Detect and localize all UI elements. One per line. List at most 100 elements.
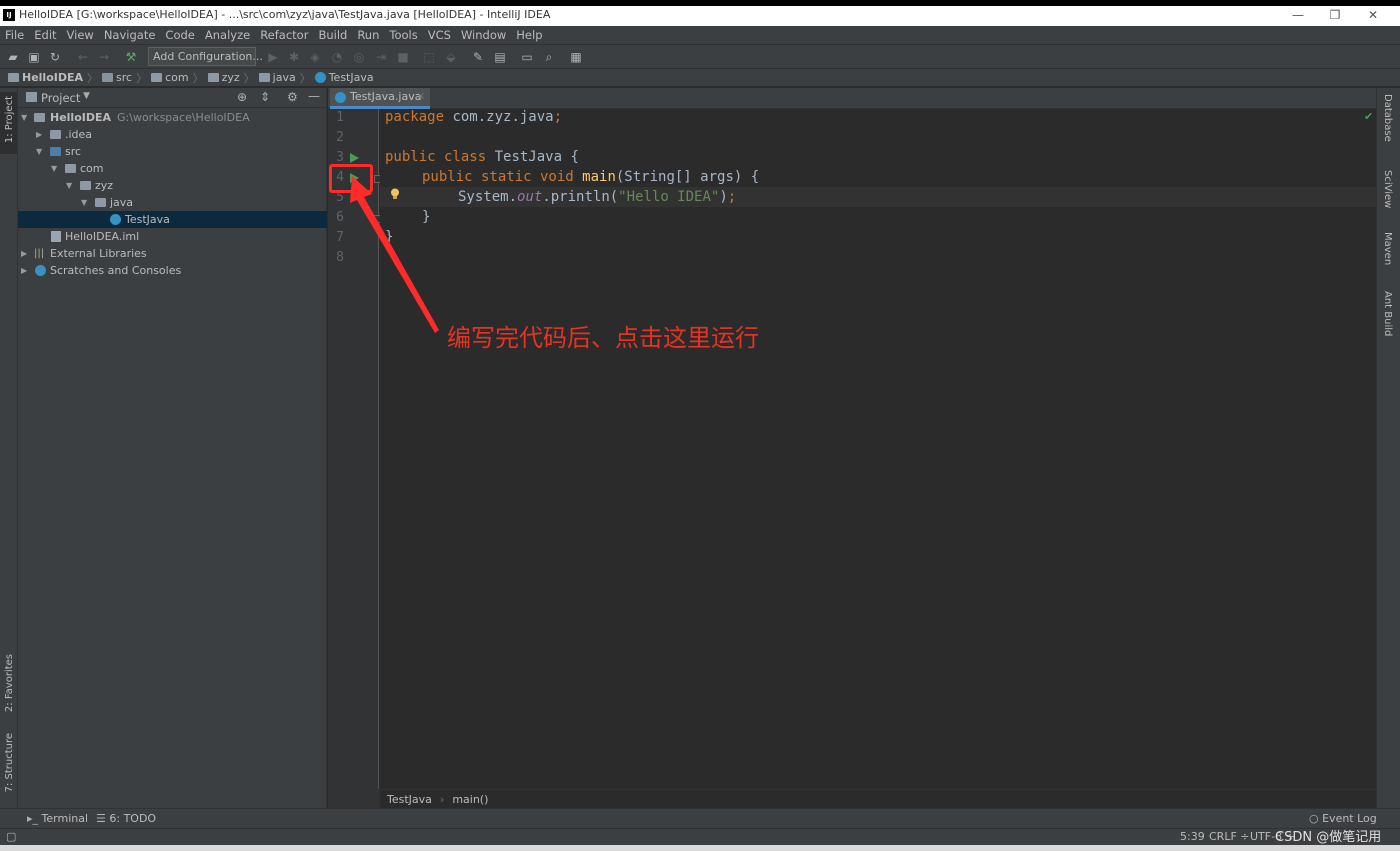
menu-run[interactable]: Run bbox=[357, 28, 379, 42]
line-number: 3 bbox=[336, 150, 344, 165]
tree-item-testjava[interactable]: TestJava bbox=[18, 211, 327, 228]
structure-tool-button[interactable]: 7: Structure bbox=[4, 733, 15, 792]
breadcrumb-com[interactable]: com 〉 bbox=[151, 70, 204, 86]
debug-icon[interactable]: ✱ bbox=[287, 50, 301, 64]
module-folder-icon bbox=[34, 113, 45, 122]
run-icon[interactable]: ▶ bbox=[266, 50, 280, 64]
window-titlebar: IJ HelloIDEA [G:\workspace\HelloIDEA] - … bbox=[0, 0, 1400, 26]
tree-item-external-libraries[interactable]: ▶ ||| External Libraries bbox=[18, 245, 327, 262]
line-separator-selector[interactable]: CRLF ÷ bbox=[1209, 830, 1250, 843]
expanded-arrow-icon[interactable]: ▼ bbox=[21, 109, 27, 126]
tree-item-com[interactable]: ▼ com bbox=[18, 160, 327, 177]
open-folder-icon[interactable]: ▰ bbox=[6, 50, 20, 64]
close-tab-icon[interactable]: × bbox=[417, 88, 425, 106]
collapsed-arrow-icon[interactable]: ▶ bbox=[21, 245, 27, 262]
event-log-button[interactable]: ○ Event Log bbox=[1309, 812, 1377, 825]
toggle-tool-windows-icon[interactable]: ▢ bbox=[6, 830, 16, 843]
java-class-icon bbox=[335, 92, 346, 103]
package-folder-icon bbox=[65, 164, 76, 173]
collapse-all-icon[interactable]: ⇕ bbox=[260, 90, 270, 104]
editor-crumb-method[interactable]: main() bbox=[452, 793, 488, 806]
folder-icon bbox=[8, 73, 19, 82]
annotation-text: 编写完代码后、点击这里运行 bbox=[447, 324, 759, 352]
tab-testjava[interactable]: TestJava.java × bbox=[330, 88, 430, 109]
todo-tool-button[interactable]: ☰ 6: TODO bbox=[96, 812, 156, 825]
collapsed-arrow-icon[interactable]: ▶ bbox=[21, 262, 27, 279]
gutter-footer bbox=[328, 789, 380, 808]
back-icon[interactable]: ← bbox=[76, 50, 90, 64]
breadcrumb-zyz[interactable]: zyz 〉 bbox=[207, 70, 255, 86]
tree-item-hellotidea[interactable]: ▼ HelloIDEA G:\workspace\HelloIDEA bbox=[18, 109, 327, 126]
breadcrumb-testjava[interactable]: TestJava bbox=[314, 71, 374, 84]
expanded-arrow-icon[interactable]: ▼ bbox=[81, 194, 87, 211]
tree-item-java[interactable]: ▼ java bbox=[18, 194, 327, 211]
menu-code[interactable]: Code bbox=[165, 28, 194, 42]
restore-button[interactable]: ❐ bbox=[1320, 6, 1350, 24]
main-toolbar: ▰ ▣ ↻ ← → ⚒ Add Configuration... ▶ ✱ ◈ ◔… bbox=[0, 44, 1400, 68]
collapsed-arrow-icon[interactable]: ▶ bbox=[36, 126, 42, 143]
gear-icon[interactable]: ⚙ bbox=[287, 90, 298, 104]
menu-analyze[interactable]: Analyze bbox=[205, 28, 250, 42]
vcs-commit-icon[interactable]: ⬙ bbox=[444, 50, 458, 64]
terminal-tool-button[interactable]: ▸_ Terminal bbox=[27, 812, 88, 825]
menu-file[interactable]: File bbox=[5, 28, 24, 42]
sync-icon[interactable]: ↻ bbox=[48, 50, 62, 64]
close-window-button[interactable]: ✕ bbox=[1358, 6, 1388, 24]
presentation-icon[interactable]: ▦ bbox=[569, 50, 583, 64]
locate-target-icon[interactable]: ⊕ bbox=[237, 90, 247, 104]
editor-crumb-class[interactable]: TestJava bbox=[387, 793, 432, 806]
tree-item-zyz[interactable]: ▼ zyz bbox=[18, 177, 327, 194]
favorites-tool-button[interactable]: 2: Favorites bbox=[4, 654, 15, 712]
tree-item-iml[interactable]: HelloIDEA.iml bbox=[18, 228, 327, 245]
hide-panel-icon[interactable]: — bbox=[308, 89, 320, 103]
tree-item-src[interactable]: ▼ src bbox=[18, 143, 327, 160]
menu-vcs[interactable]: VCS bbox=[428, 28, 451, 42]
ant-build-tool-button[interactable]: Ant Build bbox=[1382, 291, 1393, 336]
expanded-arrow-icon[interactable]: ▼ bbox=[36, 143, 42, 160]
settings-wrench-icon[interactable]: ✎ bbox=[471, 50, 485, 64]
step-icon[interactable]: ⇥ bbox=[374, 50, 388, 64]
tree-item-idea[interactable]: ▶ .idea bbox=[18, 126, 327, 143]
expanded-arrow-icon[interactable]: ▼ bbox=[51, 160, 57, 177]
project-structure-icon[interactable]: ▤ bbox=[493, 50, 507, 64]
code-lines[interactable]: package com.zyz.java; public class TestJ… bbox=[380, 109, 1376, 309]
menu-tools[interactable]: Tools bbox=[389, 28, 417, 42]
project-tool-button[interactable]: 1: Project bbox=[4, 96, 15, 143]
folder-icon bbox=[207, 73, 219, 82]
sdk-icon[interactable]: ▭ bbox=[520, 50, 534, 64]
menu-window[interactable]: Window bbox=[461, 28, 506, 42]
run-class-gutter-icon[interactable] bbox=[350, 153, 359, 163]
menu-navigate[interactable]: Navigate bbox=[104, 28, 156, 42]
save-all-icon[interactable]: ▣ bbox=[27, 50, 41, 64]
breadcrumb-src[interactable]: src 〉 bbox=[102, 70, 147, 86]
minimize-button[interactable]: — bbox=[1283, 6, 1313, 24]
search-everywhere-icon[interactable]: ⌕ bbox=[542, 50, 556, 64]
run-coverage-icon[interactable]: ◈ bbox=[308, 50, 322, 64]
vcs-update-icon[interactable]: ⬚ bbox=[422, 50, 436, 64]
add-configuration-button[interactable]: Add Configuration... bbox=[148, 47, 263, 66]
menu-view[interactable]: View bbox=[67, 28, 94, 42]
expanded-arrow-icon[interactable]: ▼ bbox=[66, 177, 72, 194]
forward-icon[interactable]: → bbox=[97, 50, 111, 64]
menu-help[interactable]: Help bbox=[516, 28, 542, 42]
menu-refactor[interactable]: Refactor bbox=[260, 28, 308, 42]
line-number: 2 bbox=[336, 130, 344, 145]
attach-debugger-icon[interactable]: ◎ bbox=[352, 50, 366, 64]
build-hammer-icon[interactable]: ⚒ bbox=[124, 50, 138, 64]
sciview-tool-button[interactable]: SciView bbox=[1382, 170, 1393, 208]
menu-build[interactable]: Build bbox=[318, 28, 347, 42]
caret-position[interactable]: 5:39 bbox=[1180, 830, 1205, 843]
breadcrumb-java[interactable]: java 〉 bbox=[258, 70, 311, 86]
project-view-selector[interactable]: Project bbox=[41, 91, 80, 105]
breadcrumb-project[interactable]: HelloIDEA 〉 bbox=[8, 70, 98, 86]
database-tool-button[interactable]: Database bbox=[1382, 94, 1393, 142]
intellij-app-icon: IJ bbox=[3, 9, 15, 21]
chevron-down-icon[interactable]: ▼ bbox=[83, 91, 90, 101]
maven-tool-button[interactable]: Maven bbox=[1382, 232, 1393, 265]
profile-icon[interactable]: ◔ bbox=[330, 50, 344, 64]
stop-icon[interactable]: ■ bbox=[396, 50, 410, 64]
menu-edit[interactable]: Edit bbox=[34, 28, 56, 42]
tree-item-scratches[interactable]: ▶ Scratches and Consoles bbox=[18, 262, 327, 279]
left-tool-strip: 1: Project 2: Favorites 7: Structure bbox=[0, 88, 18, 808]
folder-icon bbox=[102, 73, 114, 82]
